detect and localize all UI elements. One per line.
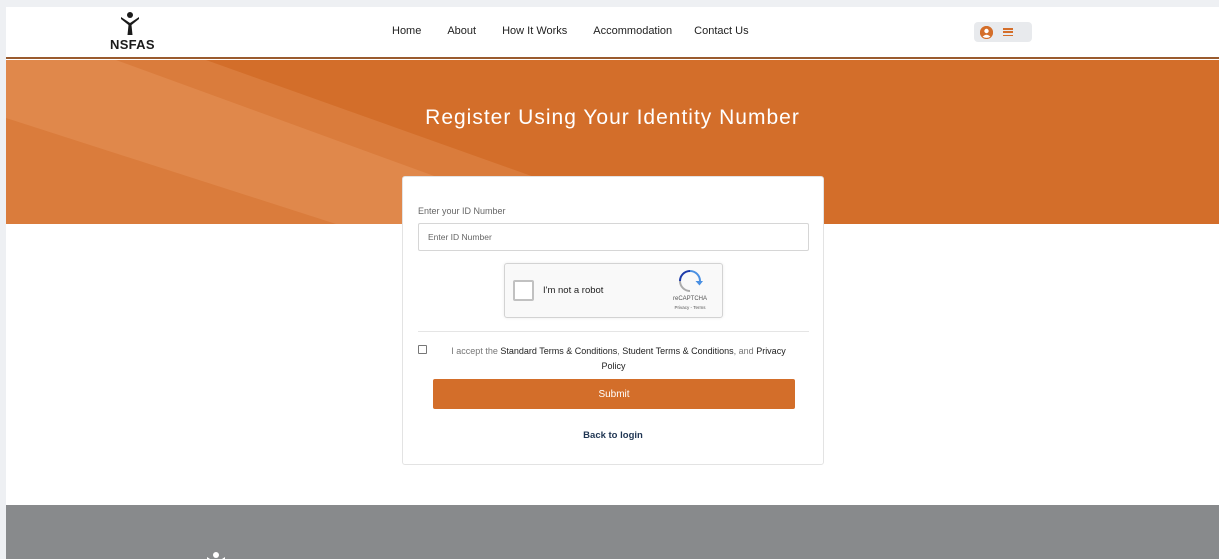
- terms-separator: , and: [733, 346, 757, 356]
- logo-wordmark: NSFAS: [110, 37, 155, 52]
- privacy-policy-link-continued[interactable]: Policy: [601, 361, 625, 371]
- privacy-policy-link[interactable]: Privacy: [756, 346, 786, 356]
- graduate-figure-icon: [121, 12, 139, 35]
- nav-home[interactable]: Home: [392, 25, 421, 37]
- id-number-label: Enter your ID Number: [418, 206, 506, 216]
- hamburger-menu-icon: [1003, 28, 1013, 36]
- nav-accommodation[interactable]: Accommodation: [593, 25, 672, 37]
- nav-contact-us[interactable]: Contact Us: [694, 25, 748, 37]
- terms-checkbox[interactable]: [418, 345, 427, 354]
- page: NSFAS Home About How It Works Accommodat…: [6, 7, 1219, 559]
- footer-graduate-icon: [207, 552, 225, 559]
- recaptcha-widget: I'm not a robot reCAPTCHA Privacy - Term…: [504, 263, 723, 318]
- form-divider: [418, 331, 809, 332]
- terms-acceptance: I accept the Standard Terms & Conditions…: [418, 344, 809, 374]
- submit-button[interactable]: Submit: [433, 379, 795, 409]
- top-navigation-bar: NSFAS Home About How It Works Accommodat…: [6, 7, 1219, 59]
- nav-about[interactable]: About: [447, 25, 476, 37]
- recaptcha-checkbox[interactable]: [513, 280, 534, 301]
- registration-form-card: Enter your ID Number I'm not a robot reC…: [402, 176, 824, 465]
- page-footer: [6, 505, 1219, 559]
- terms-prefix-text: I accept the: [451, 346, 501, 356]
- nsfas-logo[interactable]: NSFAS: [110, 11, 155, 53]
- student-terms-link[interactable]: Student Terms & Conditions: [622, 346, 733, 356]
- recaptcha-label: I'm not a robot: [543, 285, 604, 296]
- standard-terms-link[interactable]: Standard Terms & Conditions: [500, 346, 617, 356]
- page-title: Register Using Your Identity Number: [425, 106, 800, 129]
- nav-how-it-works[interactable]: How It Works: [502, 25, 567, 37]
- back-to-login-link[interactable]: Back to login: [403, 430, 823, 441]
- recaptcha-privacy-terms[interactable]: Privacy - Terms: [665, 305, 715, 310]
- main-nav: Home About How It Works Accommodation Co…: [392, 25, 775, 37]
- user-menu-button[interactable]: [974, 22, 1032, 42]
- recaptcha-logo-icon: [679, 270, 703, 292]
- user-circle-icon: [980, 25, 993, 39]
- id-number-input[interactable]: [418, 223, 809, 251]
- recaptcha-brand: reCAPTCHA: [672, 296, 707, 302]
